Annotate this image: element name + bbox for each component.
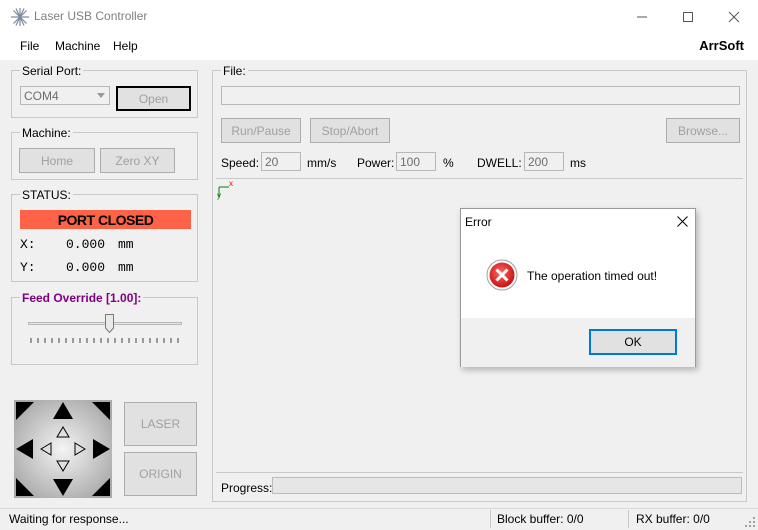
minimize-button[interactable] [619,0,665,34]
status-message: Waiting for response... [9,512,129,526]
home-button[interactable]: Home [19,148,95,173]
dwell-unit: ms [570,156,586,170]
power-unit: % [443,156,454,170]
close-icon [728,11,740,23]
menu-machine[interactable]: Machine [55,39,100,53]
error-icon [486,259,518,291]
open-button[interactable]: Open [116,86,191,111]
file-path-field[interactable] [221,86,740,105]
zero-xy-button[interactable]: Zero XY [100,148,175,173]
power-input[interactable]: 100 [396,152,436,171]
speed-input[interactable]: 20 [261,152,301,171]
x-axis-label: X: [20,237,36,252]
status-separator [490,510,491,528]
error-dialog: Error The operation timed out! OK [460,208,696,367]
ok-button[interactable]: OK [589,329,677,355]
jog-down-button[interactable] [53,478,75,498]
browse-button[interactable]: Browse... [666,118,740,143]
x-position-value: 0.000 [66,237,106,252]
brand-label: ArrSoft [699,38,744,53]
resize-grip-icon[interactable] [744,516,756,528]
slider-thumb-icon [105,314,114,334]
progress-label: Progress: [221,481,273,495]
y-axis-label: Y: [20,260,36,275]
maximize-icon [683,12,693,22]
slider-ticks [30,338,179,343]
close-icon [676,215,688,227]
x-unit: mm [118,237,134,252]
y-position-value: 0.000 [66,260,106,275]
speed-unit: mm/s [307,156,337,170]
origin-button[interactable]: ORIGIN [124,452,197,496]
machine-label: Machine: [20,126,73,140]
title-bar: Laser USB Controller [0,0,758,34]
status-separator [628,510,629,528]
axis-x-label: x [229,179,233,188]
port-select[interactable]: COM4 [20,86,110,105]
status-label: STATUS: [20,188,73,202]
jog-left-button[interactable] [14,439,34,461]
menu-bar: File Machine Help ArrSoft [0,34,758,60]
progress-bar [272,477,742,494]
speed-label: Speed: [221,156,260,170]
stop-abort-button[interactable]: Stop/Abort [310,118,390,143]
file-label: File: [221,64,248,78]
dwell-input[interactable]: 200 [524,152,564,171]
minimize-icon [637,16,647,18]
menu-file[interactable]: File [20,39,39,53]
power-label: Power: [357,156,395,170]
dialog-message: The operation timed out! [527,269,658,283]
y-unit: mm [118,260,134,275]
rx-buffer-status: RX buffer: 0/0 [636,512,710,526]
maximize-button[interactable] [665,0,711,34]
jog-pad [14,400,112,498]
axis-y-label: y [217,191,221,200]
jog-right-button[interactable] [92,439,112,461]
block-buffer-status: Block buffer: 0/0 [497,512,584,526]
serial-port-label: Serial Port: [20,64,84,78]
menu-help[interactable]: Help [113,39,138,53]
port-select-value: COM4 [24,89,59,103]
starburst-icon [11,8,29,26]
feed-override-label: Feed Override [1.00]: [20,291,144,305]
dwell-label: DWELL: [477,156,522,170]
dialog-close-button[interactable] [671,211,693,231]
window-title: Laser USB Controller [34,9,148,23]
laser-button[interactable]: LASER [124,402,197,446]
feed-slider-thumb[interactable] [105,314,114,334]
chevron-down-icon [97,93,105,98]
run-pause-button[interactable]: Run/Pause [221,118,301,143]
dialog-title: Error [465,215,492,229]
close-button[interactable] [711,0,757,34]
jog-up-button[interactable] [53,400,75,420]
port-status-banner: PORT CLOSED [20,210,191,229]
